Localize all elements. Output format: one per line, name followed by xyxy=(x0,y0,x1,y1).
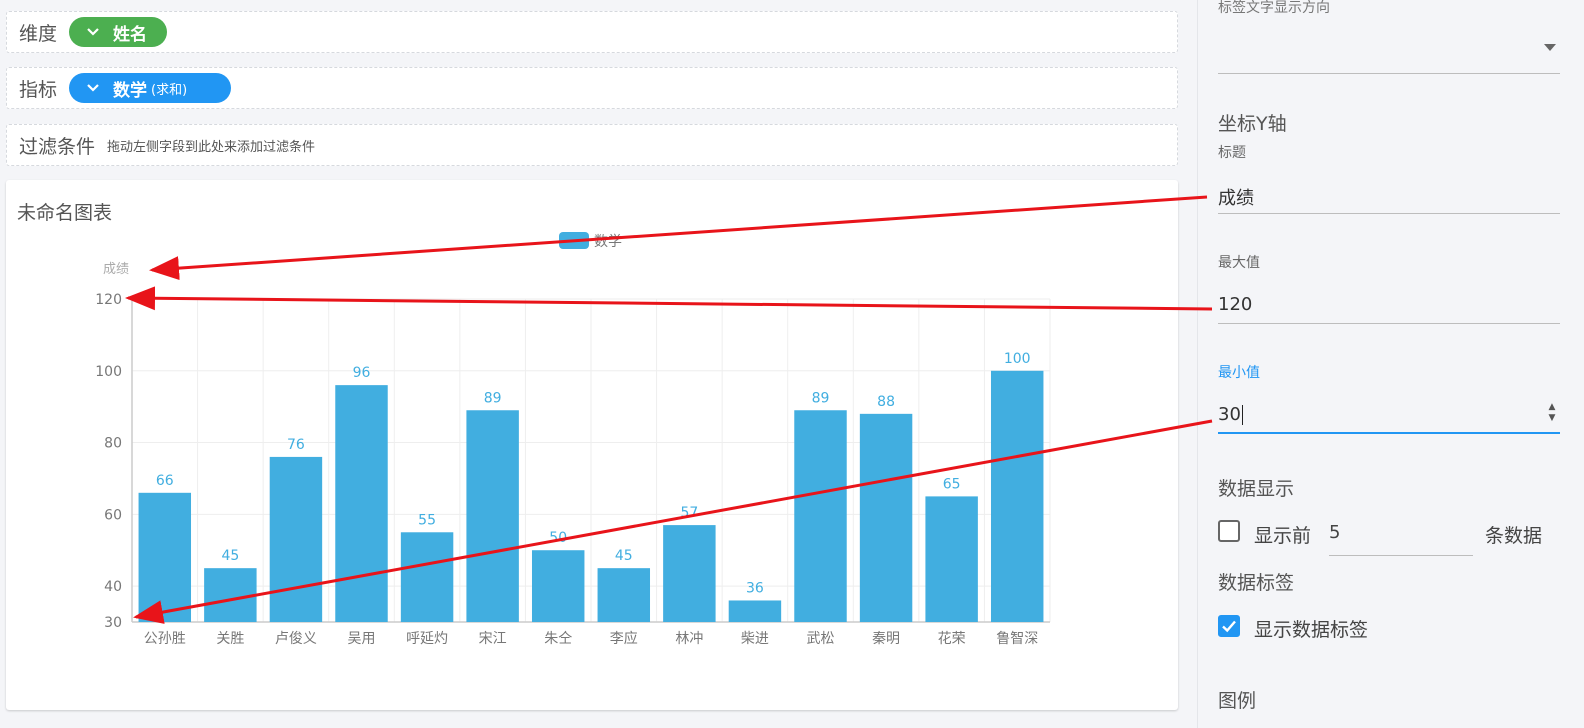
x-tick-label: 呼延灼 xyxy=(406,631,448,647)
chart-card: 未命名图表 30 40 60 80 100 120 成绩 66 公孙胜 45 关胜 76 卢俊义 96 吴用… xyxy=(6,180,1178,710)
bar-data-label: 76 xyxy=(287,437,305,453)
bar-chart: 30 40 60 80 100 120 成绩 66 公孙胜 45 关胜 76 卢俊义 96 吴用 55 呼延灼 8… xyxy=(95,232,1051,647)
label-direction-label: 标签文字显示方向 xyxy=(1218,0,1330,16)
y-max-label: 最大值 xyxy=(1218,255,1260,271)
bar xyxy=(663,525,716,622)
dimension-row: 维度 姓名 xyxy=(6,11,1178,53)
number-spinner-icon[interactable]: ▲ ▼ xyxy=(1546,402,1558,424)
y-tick-label: 30 xyxy=(104,615,122,631)
bar xyxy=(138,492,192,622)
data-display-section-title: 数据显示 xyxy=(1218,478,1295,500)
bar-data-label: 45 xyxy=(221,548,239,564)
bar xyxy=(204,568,257,622)
bar-data-label: 88 xyxy=(877,394,895,410)
y-min-label: 最小值 xyxy=(1218,365,1260,381)
x-tick-label: 武松 xyxy=(807,631,835,647)
data-labels-section-title: 数据标签 xyxy=(1218,572,1295,594)
filter-label: 过滤条件 xyxy=(19,135,96,158)
bar xyxy=(269,456,323,622)
y-min-input[interactable]: 30 ▲ ▼ xyxy=(1218,400,1560,434)
show-data-labels-checkbox[interactable] xyxy=(1218,615,1240,637)
text-caret xyxy=(1241,405,1243,425)
checkmark-icon xyxy=(1222,620,1236,633)
x-tick-label: 宋江 xyxy=(479,631,507,647)
bar xyxy=(794,410,847,622)
bar-data-label: 45 xyxy=(615,548,633,564)
bar-data-label: 89 xyxy=(484,390,502,406)
show-top-count-input[interactable]: 5 xyxy=(1329,514,1473,556)
x-tick-label: 卢俊义 xyxy=(275,631,317,647)
dimension-pill-label: 姓名 xyxy=(113,24,148,45)
x-tick-label: 朱仝 xyxy=(544,631,572,647)
bar-data-label: 57 xyxy=(680,505,698,521)
y-min-value: 30 xyxy=(1218,404,1241,425)
bar-data-label: 36 xyxy=(746,580,764,596)
metric-row: 指标 数学 (求和) xyxy=(6,67,1178,109)
bar-data-label: 89 xyxy=(812,390,830,406)
label-direction-select[interactable] xyxy=(1218,22,1560,74)
y-tick-label: 100 xyxy=(95,364,122,380)
bar xyxy=(728,600,782,622)
x-tick-label: 关胜 xyxy=(216,631,244,647)
legend-label: 数学 xyxy=(594,234,622,250)
show-top-suffix: 条数据 xyxy=(1485,525,1543,547)
x-tick-label: 柴进 xyxy=(741,631,769,647)
y-tick-label: 120 xyxy=(95,292,122,308)
metric-pill[interactable]: 数学 (求和) xyxy=(69,73,232,103)
y-axis-section-title: 坐标Y轴 xyxy=(1218,113,1287,135)
y-max-input[interactable]: 120 xyxy=(1218,290,1560,324)
x-tick-label: 公孙胜 xyxy=(144,631,186,647)
y-title-value: 成绩 xyxy=(1218,188,1254,209)
y-axis-title: 成绩 xyxy=(103,262,129,277)
show-top-count-value: 5 xyxy=(1329,522,1341,543)
bar-data-label: 65 xyxy=(943,476,961,492)
bar xyxy=(990,370,1044,622)
legend-section-title: 图例 xyxy=(1218,690,1257,712)
x-tick-label: 花荣 xyxy=(938,631,966,647)
bar-data-label: 96 xyxy=(353,365,371,381)
y-max-value: 120 xyxy=(1218,294,1253,315)
x-tick-label: 李应 xyxy=(610,630,638,647)
dropdown-arrow-icon[interactable] xyxy=(1544,44,1556,51)
metric-pill-aggregation: (求和) xyxy=(151,82,188,98)
bar xyxy=(859,413,913,622)
bar xyxy=(335,385,388,622)
x-tick-label: 林冲 xyxy=(675,631,703,647)
dimension-pill[interactable]: 姓名 xyxy=(69,17,168,47)
x-tick-label: 鲁智深 xyxy=(996,631,1038,647)
y-title-input[interactable]: 成绩 xyxy=(1218,180,1560,214)
chevron-down-icon[interactable] xyxy=(87,25,99,40)
y-tick-label: 80 xyxy=(104,436,122,452)
chevron-down-icon[interactable] xyxy=(87,81,99,96)
bar xyxy=(925,496,978,622)
x-tick-label: 秦明 xyxy=(872,631,900,647)
show-top-checkbox[interactable] xyxy=(1218,520,1240,542)
bar-data-label: 55 xyxy=(418,512,436,528)
bar-data-label: 100 xyxy=(1004,351,1031,367)
x-tick-label: 吴用 xyxy=(348,631,376,647)
bar xyxy=(466,410,519,622)
dimension-label: 维度 xyxy=(19,22,58,45)
bar xyxy=(400,532,454,622)
show-data-labels-label: 显示数据标签 xyxy=(1254,619,1369,641)
filter-row[interactable]: 过滤条件 拖动左侧字段到此处来添加过滤条件 xyxy=(6,124,1178,166)
y-title-label: 标题 xyxy=(1218,145,1246,161)
bar-data-label: 50 xyxy=(549,530,567,546)
metric-label: 指标 xyxy=(19,78,58,101)
bar xyxy=(597,568,651,622)
settings-panel: 标签文字显示方向 坐标Y轴 标题 成绩 最大值 120 最小值 30 ▲ ▼ 数据… xyxy=(1197,0,1584,728)
legend-swatch xyxy=(559,232,589,249)
show-top-label: 显示前 xyxy=(1254,525,1312,547)
bar-data-label: 66 xyxy=(156,473,174,489)
y-tick-label: 40 xyxy=(104,579,122,595)
filter-hint: 拖动左侧字段到此处来添加过滤条件 xyxy=(107,139,316,155)
bar xyxy=(531,550,585,622)
metric-pill-label: 数学 xyxy=(113,80,148,101)
y-tick-label: 60 xyxy=(104,507,122,523)
